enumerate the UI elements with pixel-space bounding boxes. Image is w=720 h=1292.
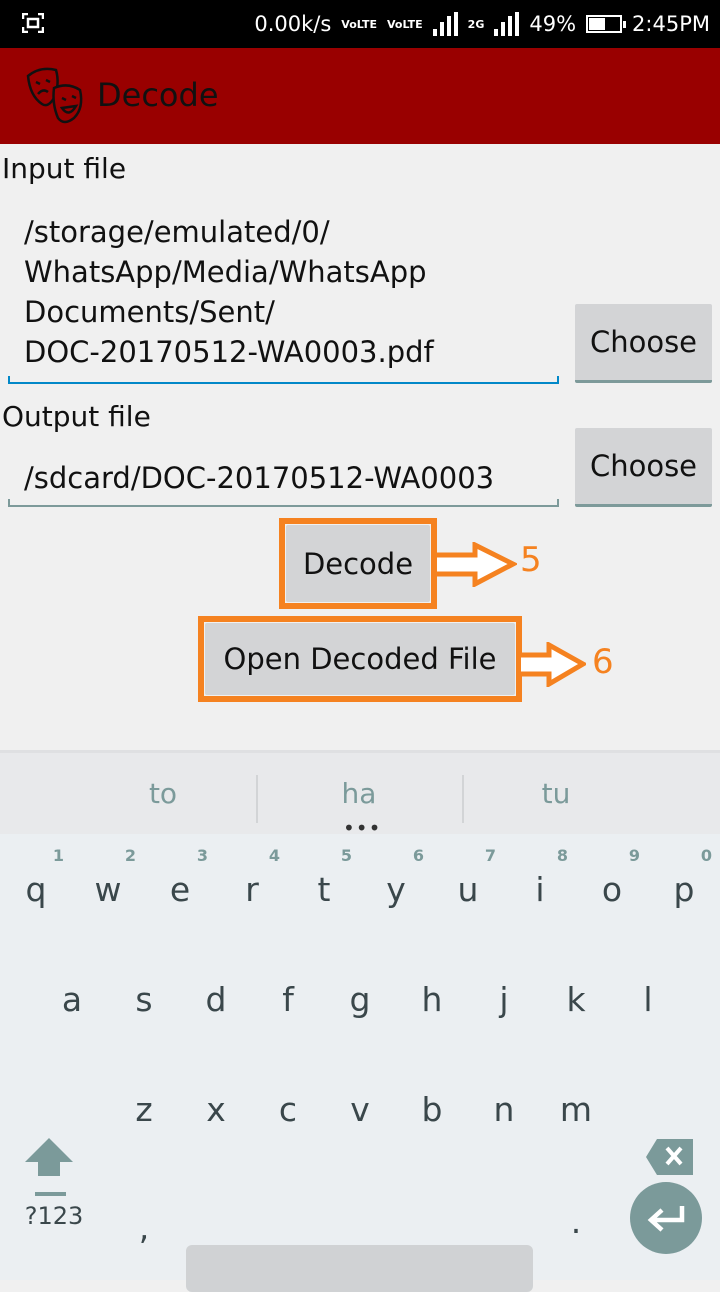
signal-icon-2 [494,12,520,36]
input-file-label: Input file [2,152,127,185]
key-s[interactable]: s [108,980,180,1019]
key-e[interactable]: e [144,870,216,909]
key-o[interactable]: o [576,870,648,909]
screenshot-icon [22,13,44,33]
annotation-number-5: 5 [520,540,542,580]
status-bar: 0.00k/s VoLTE VoLTE 2G 49% 2:45PM [0,0,720,48]
suggestion-item[interactable]: ha [259,777,459,810]
key-g[interactable]: g [324,980,396,1019]
key-p[interactable]: p [648,870,720,909]
space-bar[interactable] [186,1245,533,1292]
input-path-line: WhatsApp/Media/WhatsApp [24,255,427,289]
signal-icon [432,12,458,36]
clock: 2:45PM [632,12,710,36]
key-n[interactable]: n [468,1090,540,1129]
key-a[interactable]: a [36,980,108,1019]
battery-percent: 49% [529,12,577,36]
key-c[interactable]: c [252,1090,324,1129]
key-r[interactable]: r [216,870,288,909]
key-y[interactable]: y [360,870,432,909]
battery-fill [589,18,605,30]
key-hint: 5 [340,846,352,865]
output-field-underline [8,499,559,507]
annotation-arrow-6 [521,642,586,687]
input-path-line: Documents/Sent/ [24,295,275,329]
enter-key[interactable] [630,1182,702,1254]
key-q[interactable]: q [0,870,72,909]
annotation-arrow-5 [437,542,517,587]
input-file-field[interactable]: /storage/emulated/0/ WhatsApp/Media/What… [8,212,559,372]
key-hint: 8 [556,846,568,865]
comma-key[interactable]: , [108,1208,180,1247]
key-v[interactable]: v [324,1090,396,1129]
key-d[interactable]: d [180,980,252,1019]
choose-input-button[interactable]: Choose [575,304,712,383]
choose-output-button[interactable]: Choose [575,428,712,507]
key-w[interactable]: w [72,870,144,909]
volte-icon-2: VoLTE [386,17,423,31]
key-hint: 2 [124,846,136,865]
key-j[interactable]: j [468,980,540,1019]
key-hint: 3 [196,846,208,865]
more-suggestions-icon[interactable]: ••• [343,818,381,838]
backspace-icon[interactable] [645,1138,695,1176]
key-hint: 0 [700,846,712,865]
input-path-line: /storage/emulated/0/ [24,215,330,249]
annotation-box-5 [279,518,437,609]
output-file-field[interactable]: /sdcard/DOC-20170512-WA0003 [8,458,559,498]
soft-keyboard: to ha tu ••• 1q2w3e4r5t6y7u8i9o0p asdfgh… [0,750,720,1292]
network-type-2g: 2G [467,17,485,31]
input-path-line: DOC-20170512-WA0003.pdf [24,335,434,369]
key-hint: 4 [268,846,280,865]
key-b[interactable]: b [396,1090,468,1129]
key-k[interactable]: k [540,980,612,1019]
key-u[interactable]: u [432,870,504,909]
key-x[interactable]: x [180,1090,252,1129]
suggestion-strip: to ha tu ••• [0,750,720,838]
enter-icon [647,1206,685,1232]
theater-masks-icon [26,67,83,124]
key-hint: 6 [412,846,424,865]
input-field-underline [8,376,559,384]
key-l[interactable]: l [612,980,684,1019]
suggestion-item[interactable]: tu [456,777,656,810]
key-i[interactable]: i [504,870,576,909]
network-speed: 0.00k/s [254,12,332,36]
key-f[interactable]: f [252,980,324,1019]
battery-icon [586,15,627,33]
suggestion-divider [256,775,258,823]
key-hint: 7 [484,846,496,865]
key-z[interactable]: z [108,1090,180,1129]
key-m[interactable]: m [540,1090,612,1129]
shift-icon[interactable] [24,1136,74,1198]
annotation-number-6: 6 [592,642,614,682]
suggestion-item[interactable]: to [63,777,263,810]
app-bar: Decode [0,48,720,144]
period-key[interactable]: . [540,1202,612,1241]
key-hint: 1 [52,846,64,865]
symbols-key[interactable]: ?123 [18,1202,90,1230]
annotation-box-6 [198,616,522,702]
key-t[interactable]: t [288,870,360,909]
key-h[interactable]: h [396,980,468,1019]
volte-icon: VoLTE [341,17,377,31]
app-title: Decode [97,76,219,114]
output-file-label: Output file [2,400,151,433]
key-hint: 9 [628,846,640,865]
